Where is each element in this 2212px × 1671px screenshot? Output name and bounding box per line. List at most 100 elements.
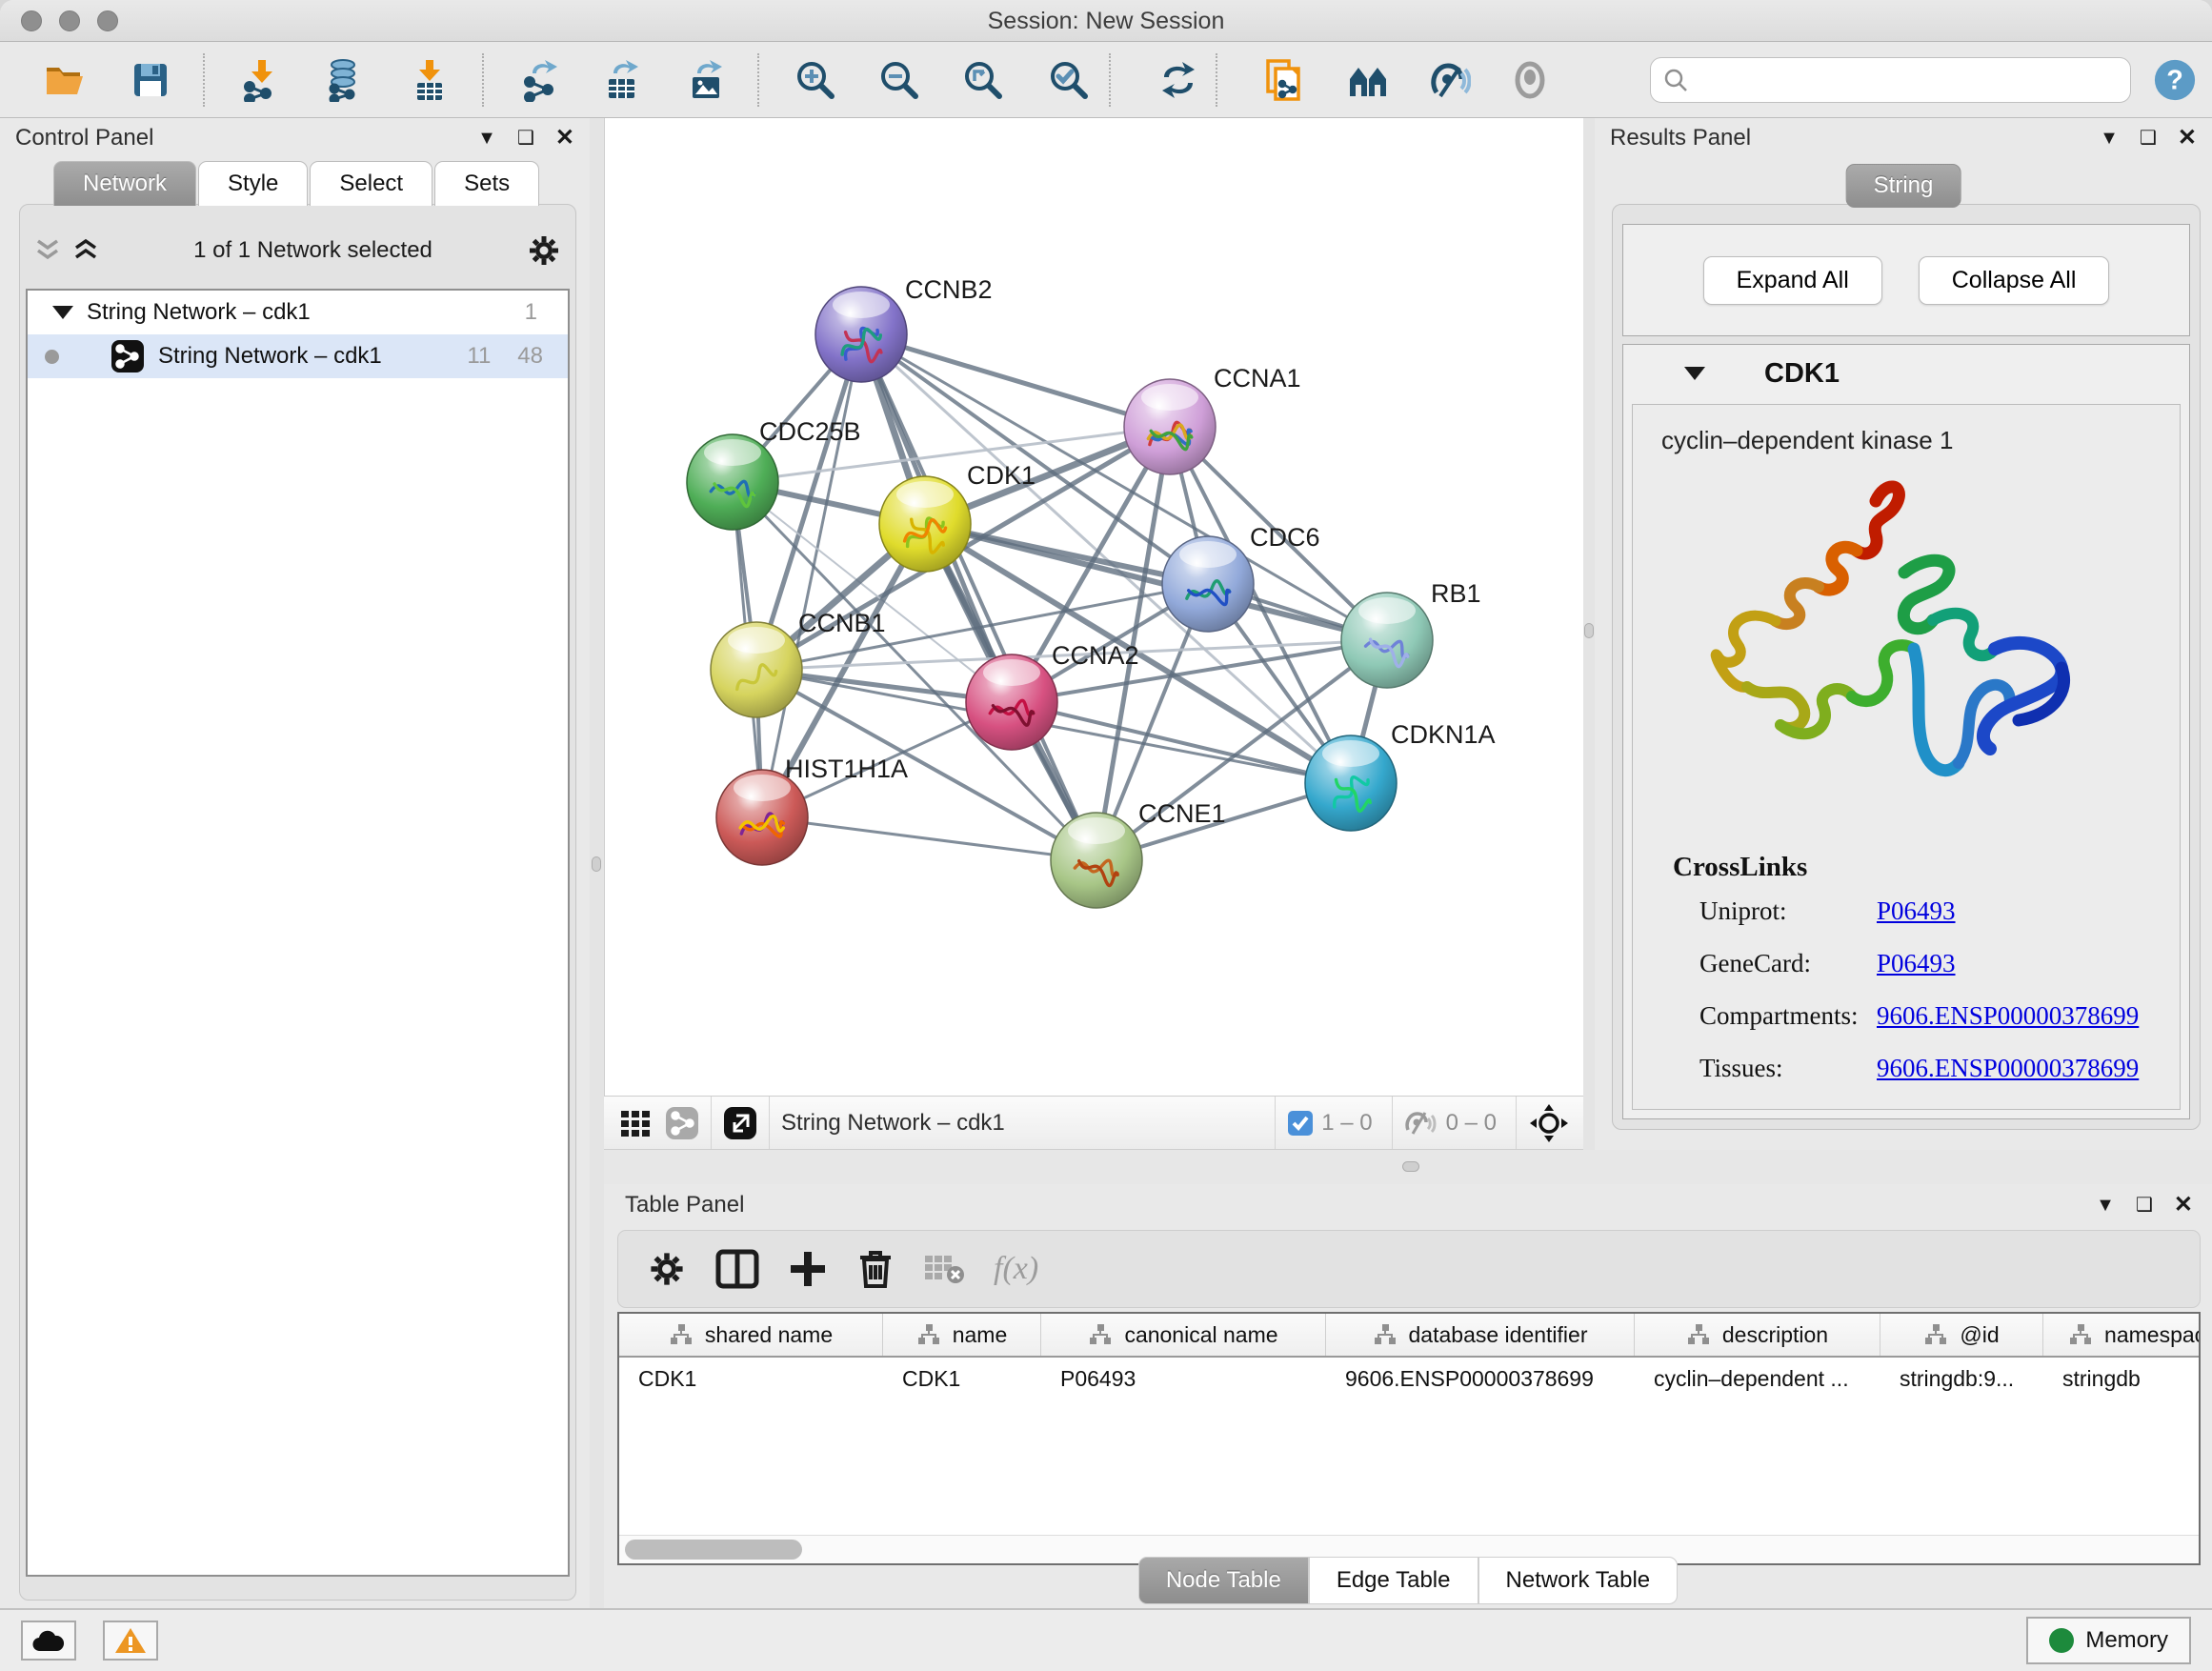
column-header[interactable]: database identifier	[1326, 1314, 1635, 1356]
crosslink-link[interactable]: 9606.ENSP00000378699	[1877, 1054, 2139, 1083]
table-row[interactable]: CDK1CDK1P064939606.ENSP00000378699cyclin…	[619, 1358, 2199, 1399]
column-type-icon	[1088, 1323, 1113, 1346]
import-table-icon[interactable]	[408, 58, 452, 102]
tab-string[interactable]: String	[1846, 164, 1961, 208]
birdseye-view-icon[interactable]	[723, 1106, 757, 1140]
horizontal-splitter[interactable]	[604, 1150, 2212, 1184]
panel-menu-icon[interactable]: ▼	[2096, 1196, 2115, 1215]
tree-expander-icon[interactable]	[52, 306, 73, 319]
memory-button[interactable]: Memory	[2026, 1617, 2191, 1664]
network-node[interactable]: CDKN1A	[1305, 720, 1496, 831]
float-panel-icon[interactable]: ❑	[517, 129, 534, 148]
delete-column-icon[interactable]	[856, 1248, 895, 1290]
first-neighbors-icon[interactable]	[1346, 58, 1390, 102]
hide-selected-icon[interactable]	[1427, 58, 1471, 102]
tab-edge-table[interactable]: Edge Table	[1309, 1557, 1478, 1604]
column-header[interactable]: name	[883, 1314, 1041, 1356]
network-node[interactable]: CDK1	[879, 461, 1036, 572]
fit-content-icon[interactable]	[1528, 1102, 1570, 1144]
search-input[interactable]	[1689, 68, 2108, 92]
panel-menu-icon[interactable]: ▼	[477, 129, 496, 148]
export-table-icon[interactable]	[600, 58, 644, 102]
network-row[interactable]: String Network – cdk1 11 48	[28, 334, 568, 378]
table-header: shared namenamecanonical name database id…	[619, 1314, 2199, 1358]
zoom-selected-icon[interactable]	[1047, 58, 1091, 102]
tab-style[interactable]: Style	[198, 161, 308, 206]
network-edge[interactable]	[762, 334, 861, 817]
node-gloss-highlight	[728, 627, 785, 654]
section-expander-icon[interactable]	[1684, 367, 1705, 380]
show-columns-icon[interactable]	[715, 1249, 759, 1289]
function-builder-icon[interactable]: f(x)	[994, 1251, 1038, 1287]
crosslink-link[interactable]: P06493	[1877, 896, 1956, 926]
node-gloss-highlight	[1322, 740, 1379, 767]
tab-sets[interactable]: Sets	[434, 161, 539, 206]
zoom-fit-icon[interactable]	[961, 58, 1005, 102]
show-all-icon[interactable]	[1508, 58, 1552, 102]
right-splitter[interactable]	[1583, 118, 1595, 1150]
column-header[interactable]: canonical name	[1041, 1314, 1326, 1356]
open-session-icon[interactable]	[43, 58, 87, 102]
zoom-out-icon[interactable]	[877, 58, 921, 102]
network-options-gear-icon[interactable]	[526, 232, 562, 269]
splitter-handle[interactable]	[1402, 1161, 1419, 1172]
network-node[interactable]: RB1	[1341, 579, 1481, 688]
network-edge[interactable]	[861, 334, 1170, 427]
import-database-icon[interactable]	[322, 58, 366, 102]
collection-count: 1	[525, 299, 537, 326]
expand-all-icon[interactable]	[71, 238, 100, 263]
float-panel-icon[interactable]: ❑	[2140, 129, 2157, 148]
column-type-icon	[1373, 1323, 1398, 1346]
column-type-icon	[2068, 1323, 2093, 1346]
expand-all-button[interactable]: Expand All	[1703, 256, 1882, 305]
table-options-gear-icon[interactable]	[647, 1249, 687, 1289]
column-header[interactable]: namespace	[2043, 1314, 2201, 1356]
selected-checkbox-icon[interactable]	[1287, 1110, 1314, 1137]
tab-select[interactable]: Select	[310, 161, 432, 206]
panel-menu-icon[interactable]: ▼	[2100, 129, 2119, 148]
grid-view-icon[interactable]	[619, 1107, 652, 1139]
collapse-all-button[interactable]: Collapse All	[1919, 256, 2110, 305]
help-icon[interactable]: ?	[2153, 58, 2197, 102]
network-canvas[interactable]: CCNB2CCNA1CDC25BCDK1CDC6RB1CCNB1CCNA2CDK…	[604, 118, 1583, 1096]
import-network-icon[interactable]	[239, 58, 283, 102]
export-image-icon[interactable]	[684, 58, 728, 102]
crosslink-link[interactable]: 9606.ENSP00000378699	[1877, 1001, 2139, 1031]
cloud-status-button[interactable]	[21, 1621, 76, 1661]
refresh-icon[interactable]	[1156, 58, 1200, 102]
float-panel-icon[interactable]: ❑	[2136, 1196, 2153, 1215]
gene-section-header[interactable]: CDK1	[1623, 345, 2189, 402]
network-edge[interactable]	[762, 817, 1096, 860]
left-splitter[interactable]	[590, 118, 604, 1608]
column-header[interactable]: @id	[1880, 1314, 2043, 1356]
close-panel-icon[interactable]: ✕	[2174, 1194, 2193, 1217]
zoom-in-icon[interactable]	[794, 58, 837, 102]
close-panel-icon[interactable]: ✕	[555, 127, 574, 150]
crosslink-link[interactable]: P06493	[1877, 949, 1956, 978]
column-type-icon	[1923, 1323, 1948, 1346]
export-network-icon[interactable]	[519, 58, 563, 102]
collapse-all-icon[interactable]	[33, 238, 62, 263]
close-panel-icon[interactable]: ✕	[2178, 127, 2197, 150]
network-node[interactable]: CDC25B	[687, 417, 861, 530]
network-node[interactable]: HIST1H1A	[716, 755, 908, 865]
crosslink-link[interactable]: P06493	[1877, 1106, 1956, 1110]
tab-network[interactable]: Network	[53, 161, 196, 206]
column-header-label: database identifier	[1409, 1322, 1588, 1348]
network-collection-row[interactable]: String Network – cdk1 1	[28, 291, 568, 334]
splitter-handle[interactable]	[592, 856, 601, 872]
column-header[interactable]: shared name	[619, 1314, 883, 1356]
tab-network-table[interactable]: Network Table	[1478, 1557, 1679, 1604]
network-node[interactable]: CCNB1	[711, 609, 886, 717]
warnings-button[interactable]	[103, 1621, 158, 1661]
duplicate-network-icon[interactable]	[1262, 58, 1306, 102]
splitter-handle[interactable]	[1584, 623, 1594, 638]
tab-node-table[interactable]: Node Table	[1138, 1557, 1309, 1604]
network-node[interactable]: CCNA1	[1124, 364, 1301, 474]
delete-table-icon[interactable]	[923, 1252, 965, 1286]
network-app-icon	[111, 339, 145, 373]
network-share-icon[interactable]	[665, 1106, 699, 1140]
column-header[interactable]: description	[1635, 1314, 1880, 1356]
add-column-icon[interactable]	[788, 1249, 828, 1289]
save-session-icon[interactable]	[129, 58, 172, 102]
